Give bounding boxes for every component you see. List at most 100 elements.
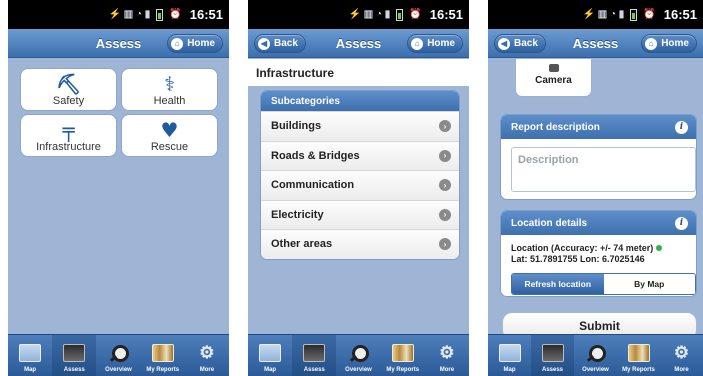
tab-more[interactable]: ⚙ More bbox=[425, 335, 469, 376]
list-item-label: Communication bbox=[271, 179, 355, 192]
subcategory-roads-bridges[interactable]: Roads & Bridges › bbox=[261, 140, 459, 170]
header-bar: ◀ Back Assess ⌂ Home bbox=[488, 29, 703, 58]
person-icon: ⛏ bbox=[55, 72, 82, 96]
tab-bar: Map Assess Overview My Reports ⚙ More bbox=[248, 334, 469, 376]
magnifier-icon bbox=[585, 344, 607, 362]
info-icon[interactable]: i bbox=[675, 120, 688, 134]
tab-map[interactable]: Map bbox=[248, 335, 292, 376]
assess-icon bbox=[541, 344, 564, 362]
map-icon bbox=[19, 344, 42, 362]
tab-label: More bbox=[439, 367, 455, 373]
chevron-right-icon: › bbox=[439, 120, 451, 133]
magnifier-icon bbox=[108, 344, 130, 362]
hands-icon: ♥ bbox=[160, 118, 179, 142]
description-input[interactable]: Description bbox=[511, 147, 696, 192]
subcategory-communication[interactable]: Communication › bbox=[261, 170, 459, 200]
tab-more[interactable]: ⚙ More bbox=[185, 335, 229, 376]
tab-overview[interactable]: Overview bbox=[574, 335, 617, 376]
reports-icon bbox=[627, 344, 650, 362]
category-grid: ⛏ Safety ⚕ Health ╤ Infrastructure ♥ Res… bbox=[20, 68, 218, 157]
subcategory-buildings[interactable]: Buildings › bbox=[261, 111, 459, 141]
back-button[interactable]: ◀ Back bbox=[494, 34, 546, 53]
alarm-icon: ⏰ bbox=[409, 9, 422, 20]
home-button[interactable]: ⌂ Home bbox=[407, 34, 463, 53]
camera-button[interactable]: Camera bbox=[515, 59, 592, 97]
tower-icon: ╤ bbox=[62, 118, 75, 142]
location-coordinates: Lat: 51.7891755 Lon: 6.7025146 bbox=[511, 254, 645, 264]
list-item-label: Other areas bbox=[271, 238, 333, 251]
tab-overview[interactable]: Overview bbox=[336, 335, 380, 376]
status-time: 16:51 bbox=[663, 7, 697, 22]
main-content: Infrastructure Subcategories Buildings › … bbox=[248, 59, 469, 334]
chevron-right-icon: › bbox=[439, 208, 451, 221]
tab-label: More bbox=[199, 367, 215, 373]
camera-icon bbox=[548, 64, 559, 72]
section-title: Infrastructure bbox=[248, 59, 469, 86]
list-item-label: Buildings bbox=[271, 120, 322, 133]
by-map-button[interactable]: By Map bbox=[603, 274, 695, 294]
category-safety[interactable]: ⛏ Safety bbox=[20, 68, 117, 111]
home-icon: ⌂ bbox=[645, 37, 658, 50]
reports-icon bbox=[391, 344, 414, 362]
category-infrastructure[interactable]: ╤ Infrastructure bbox=[20, 114, 117, 157]
map-icon bbox=[498, 344, 521, 362]
signal-icon: ⚡ ▥ ◔ ▮ bbox=[108, 9, 151, 20]
header-bar: ◀ Back Assess ⌂ Home bbox=[248, 29, 469, 58]
tab-overview[interactable]: Overview bbox=[96, 335, 140, 376]
main-content: Camera Report description i Description … bbox=[488, 59, 703, 334]
tab-label: Overview bbox=[582, 367, 609, 373]
tab-map[interactable]: Map bbox=[8, 335, 52, 376]
category-health[interactable]: ⚕ Health bbox=[121, 68, 218, 111]
home-button-label: Home bbox=[427, 38, 455, 49]
gear-icon: ⚙ bbox=[199, 343, 215, 362]
status-dot-icon bbox=[656, 245, 663, 251]
refresh-location-button[interactable]: Refresh location bbox=[512, 274, 604, 294]
tab-map[interactable]: Map bbox=[488, 335, 531, 376]
home-button-label: Home bbox=[187, 38, 215, 49]
category-rescue[interactable]: ♥ Rescue bbox=[121, 114, 218, 157]
page-title: Assess bbox=[335, 35, 382, 51]
tab-label: Assess bbox=[63, 367, 85, 373]
tab-label: More bbox=[674, 367, 689, 373]
alarm-icon: ⏰ bbox=[169, 9, 182, 20]
status-bar: ⚡ ▥ ◔ ▮ ⏰ 16:51 bbox=[8, 0, 229, 29]
tab-label: My Reports bbox=[146, 367, 180, 373]
submit-button[interactable]: Submit bbox=[502, 312, 697, 334]
status-time: 16:51 bbox=[429, 7, 463, 22]
signal-icon: ⚡ ▥ ◔ ▮ bbox=[348, 9, 391, 20]
tab-assess[interactable]: Assess bbox=[52, 335, 97, 376]
home-button-label: Home bbox=[661, 38, 689, 49]
tab-my-reports[interactable]: My Reports bbox=[617, 335, 660, 376]
panel-title: Report description bbox=[511, 121, 600, 133]
tab-label: Assess bbox=[541, 367, 564, 373]
reports-icon bbox=[151, 344, 174, 362]
status-bar: ⚡ ▥ ◔ ▮ ⏰ 16:51 bbox=[248, 0, 469, 29]
tab-assess[interactable]: Assess bbox=[292, 335, 337, 376]
caduceus-icon: ⚕ bbox=[164, 72, 175, 96]
home-button[interactable]: ⌂ Home bbox=[641, 34, 697, 53]
camera-label: Camera bbox=[535, 75, 572, 86]
panel-title: Location details bbox=[511, 217, 588, 229]
list-item-label: Electricity bbox=[271, 208, 324, 221]
chevron-right-icon: › bbox=[439, 149, 451, 162]
subcategory-other-areas[interactable]: Other areas › bbox=[261, 229, 459, 259]
tab-my-reports[interactable]: My Reports bbox=[141, 335, 185, 376]
home-button[interactable]: ⌂ Home bbox=[167, 34, 223, 53]
tab-my-reports[interactable]: My Reports bbox=[381, 335, 425, 376]
list-item-label: Roads & Bridges bbox=[271, 149, 360, 162]
info-icon[interactable]: i bbox=[675, 216, 688, 230]
assess-icon bbox=[63, 344, 86, 362]
alarm-icon: ⏰ bbox=[643, 9, 656, 20]
back-button[interactable]: ◀ Back bbox=[254, 34, 306, 53]
battery-icon bbox=[396, 8, 404, 21]
screen-report-form: ⚡ ▥ ◔ ▮ ⏰ 16:51 ◀ Back Assess ⌂ Home Cam… bbox=[488, 0, 703, 376]
subcategory-electricity[interactable]: Electricity › bbox=[261, 199, 459, 229]
tab-label: Map bbox=[503, 367, 516, 373]
battery-icon bbox=[630, 8, 638, 21]
back-arrow-icon: ◀ bbox=[258, 37, 270, 50]
back-button-label: Back bbox=[514, 38, 538, 49]
tab-assess[interactable]: Assess bbox=[531, 335, 574, 376]
tab-label: Map bbox=[264, 367, 277, 373]
tab-more[interactable]: ⚙ More bbox=[660, 335, 703, 376]
location-mode-toggle: Refresh location By Map bbox=[511, 273, 696, 295]
